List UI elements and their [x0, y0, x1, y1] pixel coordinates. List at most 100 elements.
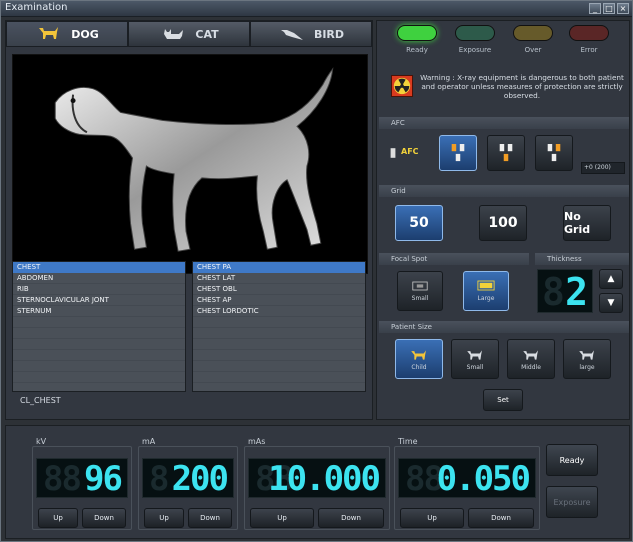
kv-down-button[interactable]: Down [82, 508, 126, 528]
list-item[interactable]: CHEST OBL [193, 284, 365, 295]
patient-child-label: Child [411, 363, 427, 371]
afc-right-button[interactable] [535, 135, 573, 171]
list-item[interactable]: RIB [13, 284, 185, 295]
thickness-up-button[interactable]: ▲ [599, 269, 623, 289]
list-item[interactable]: STERNUM [13, 306, 185, 317]
dog-child-icon [411, 349, 426, 360]
regions-list: CHEST ABDOMEN RIB STERNOCLAVICULAR JONT … [12, 261, 186, 392]
ready-button[interactable]: Ready [546, 444, 598, 476]
time-value: 0.050 [436, 459, 531, 499]
thickness-display: 8 2 [537, 269, 593, 314]
afc-icon [390, 148, 396, 158]
ma-display: 8 200 [142, 458, 234, 499]
ma-down-button[interactable]: Down [188, 508, 232, 528]
animal-image [12, 54, 368, 274]
thickness-ghost-digit: 8 [542, 270, 565, 314]
dog-illustration [54, 67, 334, 252]
afc-left-button[interactable] [439, 135, 477, 171]
tab-bird-label: BIRD [313, 27, 345, 41]
tab-dog[interactable]: DOG [6, 21, 128, 47]
grid-50-button[interactable]: 50 [395, 205, 443, 241]
error-lamp-label: Error [580, 46, 598, 54]
focal-small-icon [412, 281, 428, 290]
warning-text: Warning : X-ray equipment is dangerous t… [420, 73, 624, 100]
patient-size-section-header: Patient Size [379, 321, 629, 333]
kv-group: kV 88 96 Up Down [32, 436, 132, 532]
left-panel: DOG CAT BIRD CHEST ABDOMEN RIB STERNOCLA… [5, 20, 373, 420]
tab-cat[interactable]: CAT [128, 21, 250, 47]
kv-ghost-digits: 88 [43, 459, 82, 499]
afc-indicator: AFC [389, 145, 419, 161]
kv-up-button[interactable]: Up [38, 508, 78, 528]
minimize-button[interactable]: _ [589, 3, 601, 14]
list-item[interactable]: STERNOCLAVICULAR JONT [13, 295, 185, 306]
thickness-value: 2 [565, 270, 588, 314]
afc-center-button[interactable] [487, 135, 525, 171]
time-display: 88 0.050 [398, 458, 536, 499]
bird-icon [280, 30, 303, 40]
close-button[interactable]: × [617, 3, 629, 14]
error-lamp [569, 25, 609, 41]
grid-50-label: 50 [409, 215, 429, 231]
patient-middle-label: Middle [521, 363, 541, 371]
time-group: Time 88 0.050 Up Down [394, 436, 540, 532]
no-grid-button[interactable]: No Grid [563, 205, 611, 241]
over-lamp [513, 25, 553, 41]
time-up-button[interactable]: Up [400, 508, 464, 528]
patient-large-button[interactable]: large [563, 339, 611, 379]
dog-small-icon [467, 349, 482, 360]
afc-section-header: AFC [379, 117, 629, 129]
patient-large-label: large [579, 363, 595, 371]
focal-spot-section-header: Focal Spot [379, 253, 529, 265]
afc-value-stepper[interactable]: +0 (200) [581, 162, 625, 174]
ready-lamp [397, 25, 437, 41]
set-button[interactable]: Set [483, 389, 523, 411]
examination-window: Examination _ □ × DOG CAT BIRD CHEST ABD… [0, 0, 633, 542]
patient-small-label: Small [466, 363, 484, 371]
list-item[interactable]: CHEST LORDOTIC [193, 306, 365, 317]
kv-up-label: Up [53, 514, 63, 522]
focal-small-button[interactable]: Small [397, 271, 443, 311]
list-item[interactable]: CHEST LAT [193, 273, 365, 284]
patient-small-button[interactable]: Small [451, 339, 499, 379]
exposure-button[interactable]: Exposure [546, 486, 598, 518]
exposure-lamp-label: Exposure [458, 46, 492, 54]
list-item[interactable]: CHEST AP [193, 295, 365, 306]
mas-down-button[interactable]: Down [318, 508, 384, 528]
time-label: Time [398, 437, 418, 446]
grid-100-button[interactable]: 100 [479, 205, 527, 241]
mas-display: 88 10.000 [248, 458, 386, 499]
maximize-button[interactable]: □ [603, 3, 615, 14]
kv-value: 96 [84, 459, 123, 499]
patient-middle-button[interactable]: Middle [507, 339, 555, 379]
kv-label: kV [36, 437, 47, 446]
patient-child-button[interactable]: Child [395, 339, 443, 379]
focal-large-button[interactable]: Large [463, 271, 509, 311]
mas-label: mAs [248, 437, 266, 446]
thickness-section-header: Thickness [535, 253, 629, 265]
ma-up-button[interactable]: Up [144, 508, 184, 528]
list-item[interactable]: CHEST [13, 262, 185, 273]
exposure-button-label: Exposure [553, 497, 591, 507]
warning-box: Warning : X-ray equipment is dangerous t… [391, 73, 624, 109]
tab-bird[interactable]: BIRD [250, 21, 372, 47]
focal-large-label: Large [477, 295, 495, 302]
thickness-down-button[interactable]: ▼ [599, 293, 623, 313]
status-lights: Ready Exposure Over Error [377, 25, 631, 61]
list-item[interactable]: CHEST PA [193, 262, 365, 273]
mas-up-button[interactable]: Up [250, 508, 314, 528]
title-bar: Examination _ □ × [1, 1, 632, 17]
list-item[interactable]: ABDOMEN [13, 273, 185, 284]
animal-tabs: DOG CAT BIRD [6, 21, 372, 47]
mas-value: 10.000 [268, 459, 381, 499]
grid-section-header: Grid [379, 185, 629, 197]
light-ready: Ready [397, 25, 437, 61]
tab-dog-label: DOG [71, 27, 99, 41]
afc-center-icon [499, 144, 513, 162]
ready-lamp-label: Ready [406, 46, 428, 54]
mas-down-label: Down [341, 514, 361, 522]
cat-icon [164, 29, 184, 39]
afc-label: AFC [401, 147, 419, 156]
time-down-button[interactable]: Down [468, 508, 534, 528]
no-grid-label: No Grid [564, 210, 591, 236]
